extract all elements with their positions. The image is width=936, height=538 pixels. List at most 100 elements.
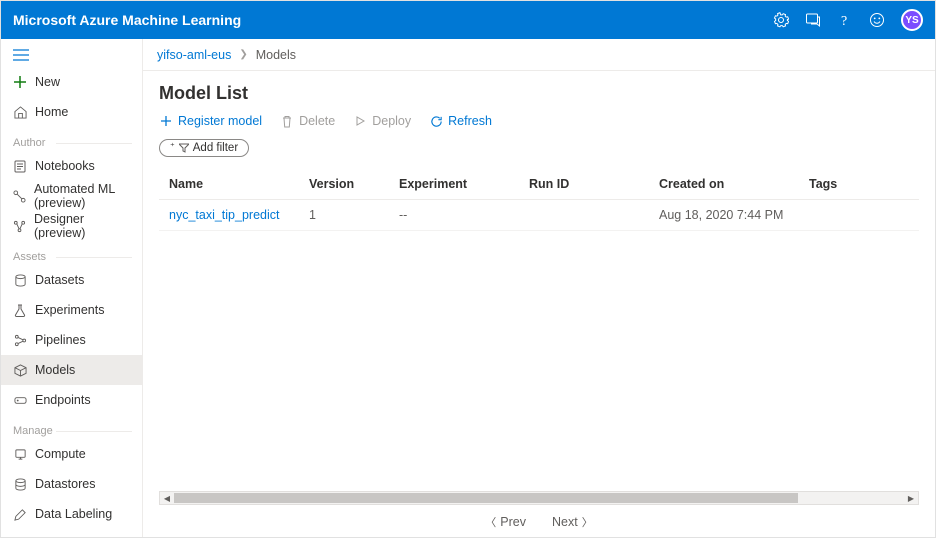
refresh-icon — [429, 114, 443, 128]
sidebar-item-datalabeling[interactable]: Data Labeling — [1, 499, 142, 529]
breadcrumb-current: Models — [256, 48, 296, 62]
sidebar-item-pipelines[interactable]: Pipelines — [1, 325, 142, 355]
scrollbar-thumb[interactable] — [174, 493, 798, 503]
pager-label: Next — [552, 515, 578, 529]
sidebar-item-label: Notebooks — [35, 159, 95, 173]
breadcrumb-workspace[interactable]: yifso-aml-eus — [157, 48, 231, 62]
app-title: Microsoft Azure Machine Learning — [13, 12, 773, 28]
sidebar: New Home Author Notebooks Automated ML (… — [1, 39, 143, 537]
cell-version: 1 — [299, 199, 389, 230]
col-runid[interactable]: Run ID — [519, 169, 649, 200]
feedback-icon[interactable] — [805, 12, 821, 28]
sidebar-item-label: Endpoints — [35, 393, 91, 407]
plus-icon — [13, 75, 27, 89]
pager-label: Prev — [500, 515, 526, 529]
add-filter-button[interactable]: ⁺ Add filter — [159, 139, 249, 157]
automl-icon — [13, 189, 26, 203]
smile-icon[interactable] — [869, 12, 885, 28]
endpoints-icon — [13, 393, 27, 407]
datasets-icon — [13, 273, 27, 287]
sidebar-item-datasets[interactable]: Datasets — [1, 265, 142, 295]
cell-created: Aug 18, 2020 7:44 PM — [649, 199, 799, 230]
sidebar-group-manage: Manage — [1, 415, 142, 439]
page-title: Model List — [159, 83, 919, 104]
pager: 〈 Prev Next 〉 — [143, 507, 935, 537]
app-header: Microsoft Azure Machine Learning ? YS — [1, 1, 935, 39]
scroll-left-icon[interactable]: ◀ — [160, 492, 174, 504]
sidebar-item-label: Data Labeling — [35, 507, 112, 521]
trash-icon — [280, 114, 294, 128]
cell-runid — [519, 199, 649, 230]
sidebar-item-datastores[interactable]: Datastores — [1, 469, 142, 499]
register-model-button[interactable]: Register model — [159, 114, 262, 128]
filter-label: Add filter — [193, 142, 238, 154]
sidebar-item-label: Designer (preview) — [34, 212, 130, 240]
sidebar-item-label: Compute — [35, 447, 86, 461]
notebook-icon — [13, 159, 27, 173]
sidebar-item-compute[interactable]: Compute — [1, 439, 142, 469]
sidebar-item-label: Automated ML (preview) — [34, 182, 130, 210]
deploy-button[interactable]: Deploy — [353, 114, 411, 128]
funnel-icon — [179, 143, 189, 153]
content-area: yifso-aml-eus ❯ Models Model List Regist… — [143, 39, 935, 537]
chevron-left-icon: 〈 — [485, 514, 496, 530]
avatar[interactable]: YS — [901, 9, 923, 31]
filter-icon: ⁺ — [170, 141, 175, 152]
cell-experiment: -- — [389, 199, 519, 230]
toolbar-label: Refresh — [448, 114, 492, 128]
sidebar-item-label: Datasets — [35, 273, 84, 287]
toolbar-label: Deploy — [372, 114, 411, 128]
sidebar-item-automl[interactable]: Automated ML (preview) — [1, 181, 142, 211]
sidebar-item-models[interactable]: Models — [1, 355, 142, 385]
sidebar-item-notebooks[interactable]: Notebooks — [1, 151, 142, 181]
col-created[interactable]: Created on — [649, 169, 799, 200]
delete-button[interactable]: Delete — [280, 114, 335, 128]
label-icon — [13, 507, 27, 521]
compute-icon — [13, 447, 27, 461]
menu-toggle-icon[interactable] — [1, 43, 142, 67]
sidebar-item-label: Experiments — [35, 303, 104, 317]
horizontal-scrollbar[interactable]: ◀ ▶ — [159, 491, 919, 505]
sidebar-item-label: Home — [35, 105, 68, 119]
help-icon[interactable]: ? — [837, 12, 853, 28]
chevron-right-icon: ❯ — [239, 49, 247, 60]
refresh-button[interactable]: Refresh — [429, 114, 492, 128]
toolbar-label: Register model — [178, 114, 262, 128]
sidebar-item-designer[interactable]: Designer (preview) — [1, 211, 142, 241]
table-row[interactable]: nyc_taxi_tip_predict 1 -- Aug 18, 2020 7… — [159, 199, 919, 230]
gear-icon[interactable] — [773, 12, 789, 28]
toolbar-label: Delete — [299, 114, 335, 128]
sidebar-item-label: Datastores — [35, 477, 95, 491]
plus-icon — [159, 114, 173, 128]
sidebar-group-author: Author — [1, 127, 142, 151]
chevron-right-icon: 〉 — [582, 514, 593, 530]
cell-tags — [799, 199, 919, 230]
sidebar-item-label: Pipelines — [35, 333, 86, 347]
col-tags[interactable]: Tags — [799, 169, 919, 200]
sidebar-item-new[interactable]: New — [1, 67, 142, 97]
col-name[interactable]: Name — [159, 169, 299, 200]
deploy-icon — [353, 114, 367, 128]
designer-icon — [13, 219, 26, 233]
sidebar-item-experiments[interactable]: Experiments — [1, 295, 142, 325]
sidebar-item-label: Models — [35, 363, 75, 377]
models-table: Name Version Experiment Run ID Created o… — [159, 169, 919, 492]
header-actions: ? YS — [773, 9, 923, 31]
sidebar-item-home[interactable]: Home — [1, 97, 142, 127]
col-experiment[interactable]: Experiment — [389, 169, 519, 200]
sidebar-item-label: New — [35, 75, 60, 89]
pipeline-icon — [13, 333, 27, 347]
sidebar-group-assets: Assets — [1, 241, 142, 265]
col-version[interactable]: Version — [299, 169, 389, 200]
svg-text:?: ? — [841, 14, 847, 28]
sidebar-item-endpoints[interactable]: Endpoints — [1, 385, 142, 415]
models-icon — [13, 363, 27, 377]
scroll-right-icon[interactable]: ▶ — [904, 492, 918, 504]
breadcrumb: yifso-aml-eus ❯ Models — [143, 39, 935, 71]
prev-page-button[interactable]: 〈 Prev — [485, 514, 526, 530]
flask-icon — [13, 303, 27, 317]
next-page-button[interactable]: Next 〉 — [552, 514, 593, 530]
home-icon — [13, 105, 27, 119]
model-name-link[interactable]: nyc_taxi_tip_predict — [159, 199, 299, 230]
toolbar: Register model Delete Deploy Refresh — [159, 114, 919, 128]
